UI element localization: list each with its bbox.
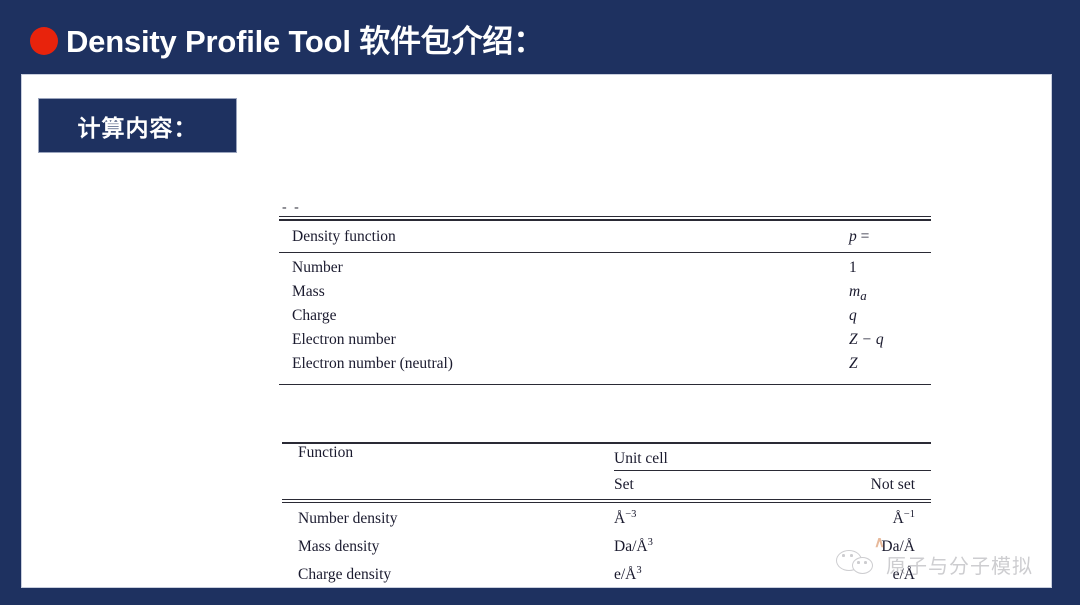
page-title: Density Profile Tool 软件包介绍： bbox=[66, 23, 545, 59]
column-header-density-function: Density function bbox=[292, 227, 396, 245]
unit-base: Å bbox=[892, 509, 904, 527]
cell-function-name: Electron number (neutral) bbox=[292, 354, 453, 372]
table-row: Number density Å−3 Å−1 bbox=[282, 508, 931, 538]
cell-function-name: Charge bbox=[292, 306, 337, 324]
table-row: Mass ma bbox=[279, 283, 931, 307]
wechat-dot bbox=[850, 554, 853, 557]
units-table: Function Unit cell Set Not set Number de… bbox=[282, 442, 931, 588]
value-subscript: a bbox=[860, 287, 867, 303]
section-caption-label: 计算内容： bbox=[77, 114, 198, 141]
unit-cell-group: Unit cell bbox=[614, 444, 931, 471]
column-header-set: Set bbox=[614, 475, 634, 493]
content-panel: 计算内容： ‑ ‑ Density function p = Number 1 … bbox=[21, 74, 1052, 588]
wechat-dot bbox=[857, 561, 860, 564]
density-function-table: ‑ ‑ Density function p = Number 1 Mass m… bbox=[279, 200, 931, 385]
cell-unit-set: e/Å3 bbox=[614, 564, 844, 584]
units-header-group-row: Function Unit cell bbox=[282, 444, 931, 471]
wechat-dot bbox=[864, 561, 867, 564]
unit-exponent: −1 bbox=[903, 508, 915, 520]
cell-function-value: 1 bbox=[849, 258, 857, 276]
table-row: Charge q bbox=[279, 307, 931, 331]
cell-function-value: ma bbox=[849, 283, 931, 304]
cell-function-value: Z − q bbox=[849, 330, 884, 348]
caret-icon: ∧ bbox=[874, 534, 885, 551]
wechat-dot bbox=[842, 554, 845, 557]
column-header-function: Function bbox=[298, 443, 354, 461]
wechat-logo-icon: ∧ bbox=[836, 534, 885, 581]
cell-function-name: Charge density bbox=[298, 565, 392, 583]
cell-unit-set: Å−3 bbox=[614, 508, 844, 528]
slide-root: Density Profile Tool 软件包介绍： 计算内容： ‑ ‑ De… bbox=[0, 0, 1080, 605]
cell-function-name: Number bbox=[292, 258, 343, 276]
red-circle-bullet-icon bbox=[30, 27, 58, 55]
cell-function-name: Electron number bbox=[292, 330, 396, 348]
table-row: Number 1 bbox=[279, 259, 931, 283]
table-artifact-dashes: ‑ ‑ bbox=[282, 200, 301, 215]
column-group-header-unit-cell: Unit cell bbox=[614, 449, 668, 467]
table-row: Mass density Da/Å3 Da/Å bbox=[282, 536, 931, 566]
unit-base: Å bbox=[614, 509, 626, 527]
wechat-bubble-small bbox=[852, 557, 873, 574]
table-rule-bottom bbox=[279, 383, 931, 385]
cell-unit-not-set: Å−1 bbox=[844, 508, 931, 528]
column-header-not-set: Not set bbox=[870, 475, 915, 493]
units-subheader-row: Set Not set bbox=[282, 471, 931, 499]
table-row: Electron number Z − q bbox=[279, 331, 931, 355]
unit-exponent: 3 bbox=[636, 564, 642, 576]
unit-cell-group-rule bbox=[614, 469, 931, 471]
watermark-label: 原子与分子模拟 bbox=[886, 553, 1033, 578]
cell-function-name: Mass bbox=[292, 282, 325, 300]
table-row: Electron number (neutral) Z bbox=[279, 355, 931, 379]
slide-title-row: Density Profile Tool 软件包介绍： bbox=[30, 12, 544, 70]
cell-function-value: Z bbox=[849, 354, 858, 372]
table-one-body: Number 1 Mass ma Charge q Electron numbe… bbox=[279, 253, 931, 384]
cell-function-name: Mass density bbox=[298, 537, 380, 555]
column-header-value: p = bbox=[849, 227, 870, 245]
unit-exponent: −3 bbox=[625, 508, 637, 520]
section-caption-box: 计算内容： bbox=[38, 98, 237, 153]
cell-unit-set: Da/Å3 bbox=[614, 536, 844, 556]
units-table-body: Number density Å−3 Å−1 Mass density Da/Å… bbox=[282, 503, 931, 588]
wechat-watermark: ∧ 原子与分子模拟 bbox=[836, 534, 1033, 581]
value-symbol: m bbox=[849, 282, 861, 300]
table-row: Charge density e/Å3 e/Å bbox=[282, 564, 931, 588]
unit-exponent: 3 bbox=[647, 536, 653, 548]
table-header-row: Density function p = bbox=[279, 221, 931, 252]
unit-base: Da/Å bbox=[614, 537, 648, 555]
cell-function-value: q bbox=[849, 306, 857, 324]
cell-function-name: Number density bbox=[298, 509, 398, 527]
unit-base: e/Å bbox=[614, 565, 637, 583]
